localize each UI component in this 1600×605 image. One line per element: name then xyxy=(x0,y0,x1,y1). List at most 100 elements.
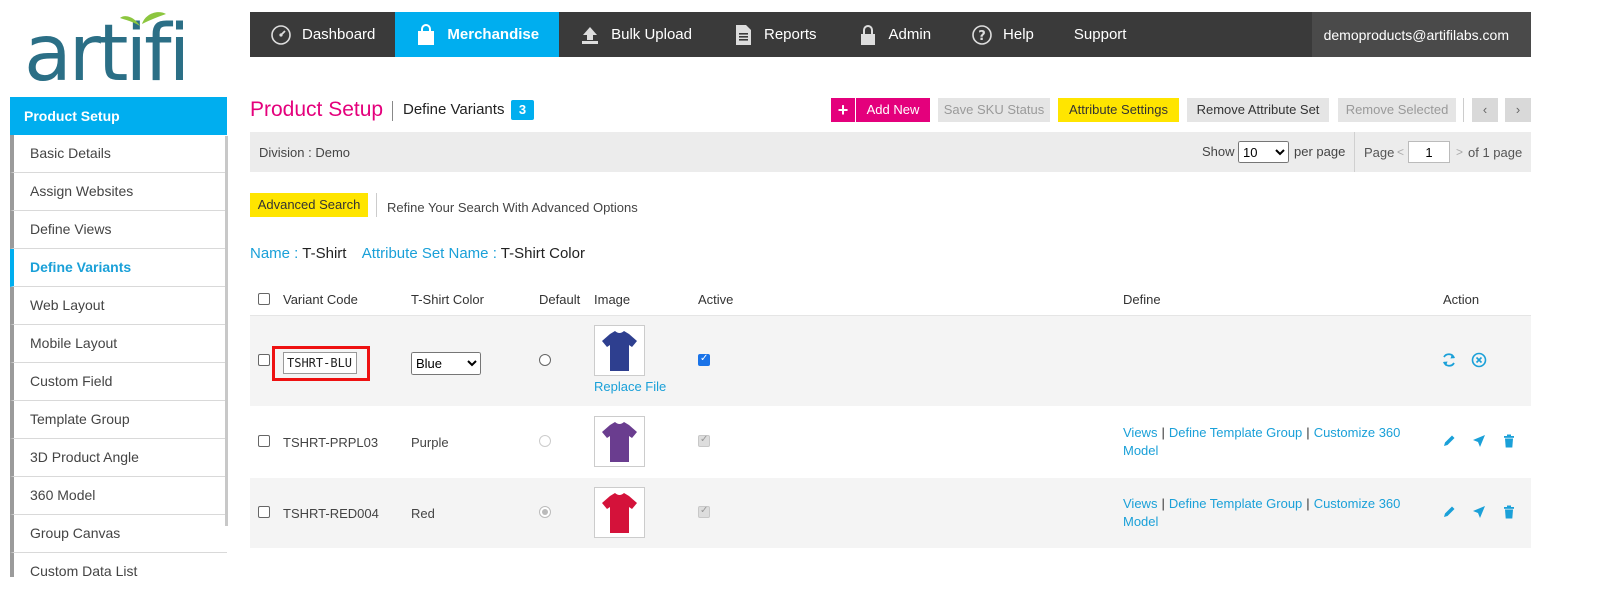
divider xyxy=(1463,98,1464,122)
variant-code-input[interactable] xyxy=(283,352,357,374)
variants-table: Variant Code T-Shirt Color Default Image… xyxy=(250,288,1531,549)
nav-dashboard[interactable]: Dashboard xyxy=(250,12,395,57)
table-row: TSHRT-PRPL03 Purple Views|Define Templat… xyxy=(250,407,1531,478)
nav-reports[interactable]: Reports xyxy=(712,12,837,57)
attribute-set-value: T-Shirt Color xyxy=(500,245,585,262)
active-checkbox[interactable] xyxy=(698,353,710,366)
save-sku-status-button[interactable]: Save SKU Status xyxy=(938,98,1050,122)
select-all-checkbox[interactable] xyxy=(258,293,270,305)
sidebar-title: Product Setup xyxy=(10,97,227,135)
sidebar-item-custom-data-list[interactable]: Custom Data List xyxy=(10,553,227,577)
header-default: Default xyxy=(539,292,581,307)
page-count-label: of 1 page xyxy=(1468,145,1523,160)
nav-label: Help xyxy=(1003,26,1034,43)
sidebar-item-360-model[interactable]: 360 Model xyxy=(10,477,227,515)
next-button[interactable]: › xyxy=(1505,98,1531,122)
header-image: Image xyxy=(594,292,631,307)
color-select[interactable]: Blue xyxy=(411,352,481,375)
nav-label: Bulk Upload xyxy=(611,26,692,43)
nav-merchandise[interactable]: Merchandise xyxy=(395,12,560,57)
variant-color: Purple xyxy=(411,435,449,450)
attribute-settings-button[interactable]: Attribute Settings xyxy=(1058,98,1179,122)
per-page-label: per page xyxy=(1294,144,1346,159)
add-new-plus-button[interactable]: + xyxy=(831,98,855,122)
default-radio[interactable] xyxy=(539,354,551,366)
sidebar-item-web-layout[interactable]: Web Layout xyxy=(10,287,227,325)
default-radio[interactable] xyxy=(539,435,551,447)
divider xyxy=(376,193,377,217)
division-label: Division : Demo xyxy=(259,145,351,160)
default-radio[interactable] xyxy=(539,506,551,518)
table-row: TSHRT-RED004 Red Views|Define Template G… xyxy=(250,478,1531,549)
help-circle-icon: ? xyxy=(971,24,993,46)
tshirt-icon xyxy=(602,422,637,462)
show-label: Show xyxy=(1202,144,1235,159)
trash-icon[interactable] xyxy=(1501,433,1517,449)
remove-selected-button[interactable]: Remove Selected xyxy=(1338,98,1456,122)
sidebar-item-define-variants[interactable]: Define Variants xyxy=(10,249,227,287)
header-action: Action xyxy=(1443,292,1480,307)
shopping-bag-icon xyxy=(415,23,437,46)
remove-attribute-set-button[interactable]: Remove Attribute Set xyxy=(1187,98,1329,122)
nav-admin[interactable]: Admin xyxy=(837,12,952,57)
define-links: Views | Define Template Group | Customize 36… xyxy=(1123,425,1401,458)
variant-image[interactable] xyxy=(594,487,645,538)
page-title: Product Setup xyxy=(250,98,384,121)
next-page-arrow[interactable]: > xyxy=(1456,145,1463,159)
define-template-group-link[interactable]: Define Template Group xyxy=(1169,496,1302,511)
row-checkbox[interactable] xyxy=(258,506,270,518)
variant-count-badge: 3 xyxy=(511,100,534,120)
page-number-input[interactable] xyxy=(1408,141,1450,163)
table-header: Variant Code T-Shirt Color Default Image… xyxy=(250,288,1531,316)
tshirt-icon xyxy=(602,493,637,533)
nav-bulk-upload[interactable]: Bulk Upload xyxy=(559,12,712,57)
division-bar: Division : Demo Show 10 per page Page < … xyxy=(250,132,1531,172)
sidebar-item-custom-field[interactable]: Custom Field xyxy=(10,363,227,401)
add-new-button[interactable]: Add New xyxy=(856,98,930,122)
row-checkbox[interactable] xyxy=(258,354,270,366)
replace-file-link[interactable]: Replace File xyxy=(594,379,666,394)
prev-page-arrow[interactable]: < xyxy=(1397,145,1404,159)
send-icon[interactable] xyxy=(1471,433,1487,449)
views-link[interactable]: Views xyxy=(1123,496,1157,511)
svg-text:artifi: artifi xyxy=(24,10,187,88)
edit-pencil-icon[interactable] xyxy=(1441,504,1457,520)
previous-button[interactable]: ‹ xyxy=(1472,98,1498,122)
sidebar-item-template-group[interactable]: Template Group xyxy=(10,401,227,439)
svg-text:?: ? xyxy=(978,29,986,44)
table-row: Blue Replace File xyxy=(250,316,1531,407)
advanced-search-button[interactable]: Advanced Search xyxy=(250,193,368,217)
cancel-icon[interactable] xyxy=(1471,352,1487,368)
nav-label: Dashboard xyxy=(302,26,376,43)
trash-icon[interactable] xyxy=(1501,504,1517,520)
send-icon[interactable] xyxy=(1471,504,1487,520)
nav-support[interactable]: Support xyxy=(1054,12,1147,57)
sidebar-item-assign-websites[interactable]: Assign Websites xyxy=(10,173,227,211)
header-active: Active xyxy=(698,292,734,307)
define-template-group-link[interactable]: Define Template Group xyxy=(1169,425,1302,440)
advanced-search-hint: Refine Your Search With Advanced Options xyxy=(387,200,638,215)
row-checkbox[interactable] xyxy=(258,435,270,447)
artifi-logo[interactable]: artifi xyxy=(24,9,204,99)
sidebar-item-3d-product-angle[interactable]: 3D Product Angle xyxy=(10,439,227,477)
attribute-set-label: Attribute Set Name : xyxy=(361,245,497,262)
sidebar-item-basic-details[interactable]: Basic Details xyxy=(10,135,227,173)
active-checkbox[interactable] xyxy=(698,434,710,447)
views-link[interactable]: Views xyxy=(1123,425,1157,440)
per-page-select[interactable]: 10 xyxy=(1238,141,1289,163)
user-account[interactable]: demoproducts@artifilabs.com xyxy=(1311,12,1531,57)
nav-label: Admin xyxy=(888,26,932,43)
refresh-icon[interactable] xyxy=(1441,352,1457,368)
sidebar-item-define-views[interactable]: Define Views xyxy=(10,211,227,249)
sidebar-item-mobile-layout[interactable]: Mobile Layout xyxy=(10,325,227,363)
sidebar: Product Setup Basic Details Assign Websi… xyxy=(10,97,227,577)
divider xyxy=(1354,132,1355,172)
variant-image[interactable] xyxy=(594,325,645,376)
variant-image[interactable] xyxy=(594,416,645,467)
nav-help[interactable]: ? Help xyxy=(951,12,1054,57)
sidebar-scrollbar[interactable] xyxy=(225,136,228,526)
divider xyxy=(392,101,393,121)
sidebar-item-group-canvas[interactable]: Group Canvas xyxy=(10,515,227,553)
active-checkbox[interactable] xyxy=(698,505,710,518)
edit-pencil-icon[interactable] xyxy=(1441,433,1457,449)
